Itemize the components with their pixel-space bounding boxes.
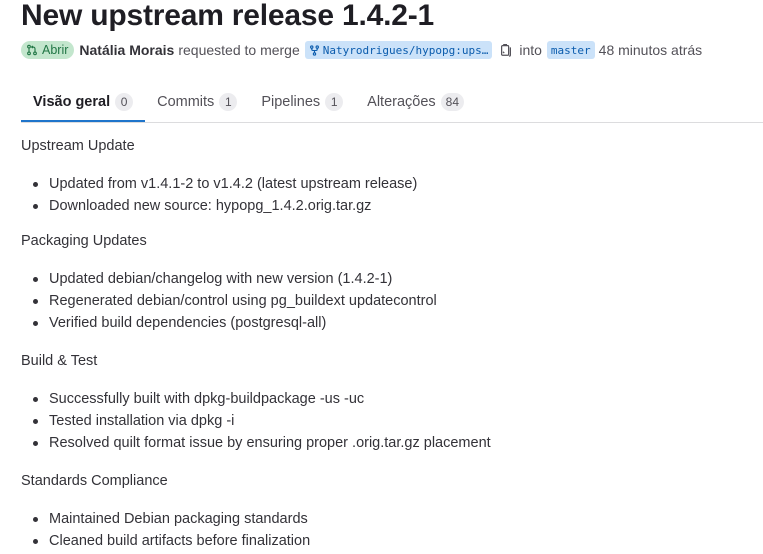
bullet-list: Updated debian/changelog with new versio… (21, 268, 751, 334)
source-branch[interactable]: Natyrodrigues/hypopg:ups… (304, 41, 493, 59)
list-item: Regenerated debian/control using pg_buil… (21, 290, 751, 312)
bullet-list: Maintained Debian packaging standards Cl… (21, 508, 751, 552)
list-item: Verified build dependencies (postgresql-… (21, 312, 751, 334)
tab-label: Commits (157, 94, 215, 110)
list-item: Resolved quilt format issue by ensuring … (21, 432, 751, 454)
source-branch-label: Natyrodrigues/hypopg:ups… (322, 43, 489, 57)
tab-label: Pipelines (261, 94, 321, 110)
section-heading: Standards Compliance (21, 473, 168, 489)
target-branch[interactable]: master (546, 41, 595, 59)
list-item: Cleaned build artifacts before finalizat… (21, 530, 751, 552)
count-badge: 1 (219, 93, 238, 111)
list-item: Tested installation via dpkg -i (21, 410, 751, 432)
list-item: Successfully built with dpkg-buildpackag… (21, 388, 751, 410)
count-badge: 84 (440, 93, 465, 111)
merge-request-tabs: Visão geral 0 Commits 1 Pipelines 1 Alte… (21, 83, 763, 123)
tab-overview[interactable]: Visão geral 0 (21, 83, 146, 122)
list-item: Updated debian/changelog with new versio… (21, 268, 751, 290)
requested-text: requested to merge (178, 42, 300, 58)
page-title: New upstream release 1.4.2-1 (21, 0, 434, 32)
status-label: Abrir (42, 43, 69, 57)
list-item: Maintained Debian packaging standards (21, 508, 751, 530)
merge-request-icon (26, 44, 38, 56)
into-text: into (519, 42, 542, 58)
status-badge: Abrir (21, 41, 75, 59)
description: Upstream Update Updated from v1.4.1-2 to… (21, 136, 751, 552)
copy-clipboard-icon (499, 43, 513, 57)
branch-fork-icon (309, 44, 320, 56)
merge-request-meta: Abrir Natália Morais requested to merge … (21, 39, 702, 61)
count-badge: 1 (325, 93, 344, 111)
author-link[interactable]: Natália Morais (79, 42, 174, 58)
list-item: Updated from v1.4.1-2 to v1.4.2 (latest … (21, 173, 751, 195)
section-heading: Packaging Updates (21, 233, 147, 249)
timestamp: 48 minutos atrás (598, 42, 703, 58)
tab-pipelines[interactable]: Pipelines 1 (249, 83, 355, 121)
tab-changes[interactable]: Alterações 84 (355, 83, 476, 121)
tab-label: Visão geral (33, 93, 111, 110)
bullet-list: Successfully built with dpkg-buildpackag… (21, 388, 751, 454)
bullet-list: Updated from v1.4.1-2 to v1.4.2 (latest … (21, 173, 751, 217)
list-item: Downloaded new source: hypopg_1.4.2.orig… (21, 195, 751, 217)
count-badge: 0 (115, 92, 134, 111)
tab-commits[interactable]: Commits 1 (145, 83, 249, 121)
copy-branch-button[interactable] (497, 41, 515, 59)
section-heading: Upstream Update (21, 138, 135, 154)
section-heading: Build & Test (21, 353, 98, 369)
tab-label: Alterações (367, 94, 436, 110)
